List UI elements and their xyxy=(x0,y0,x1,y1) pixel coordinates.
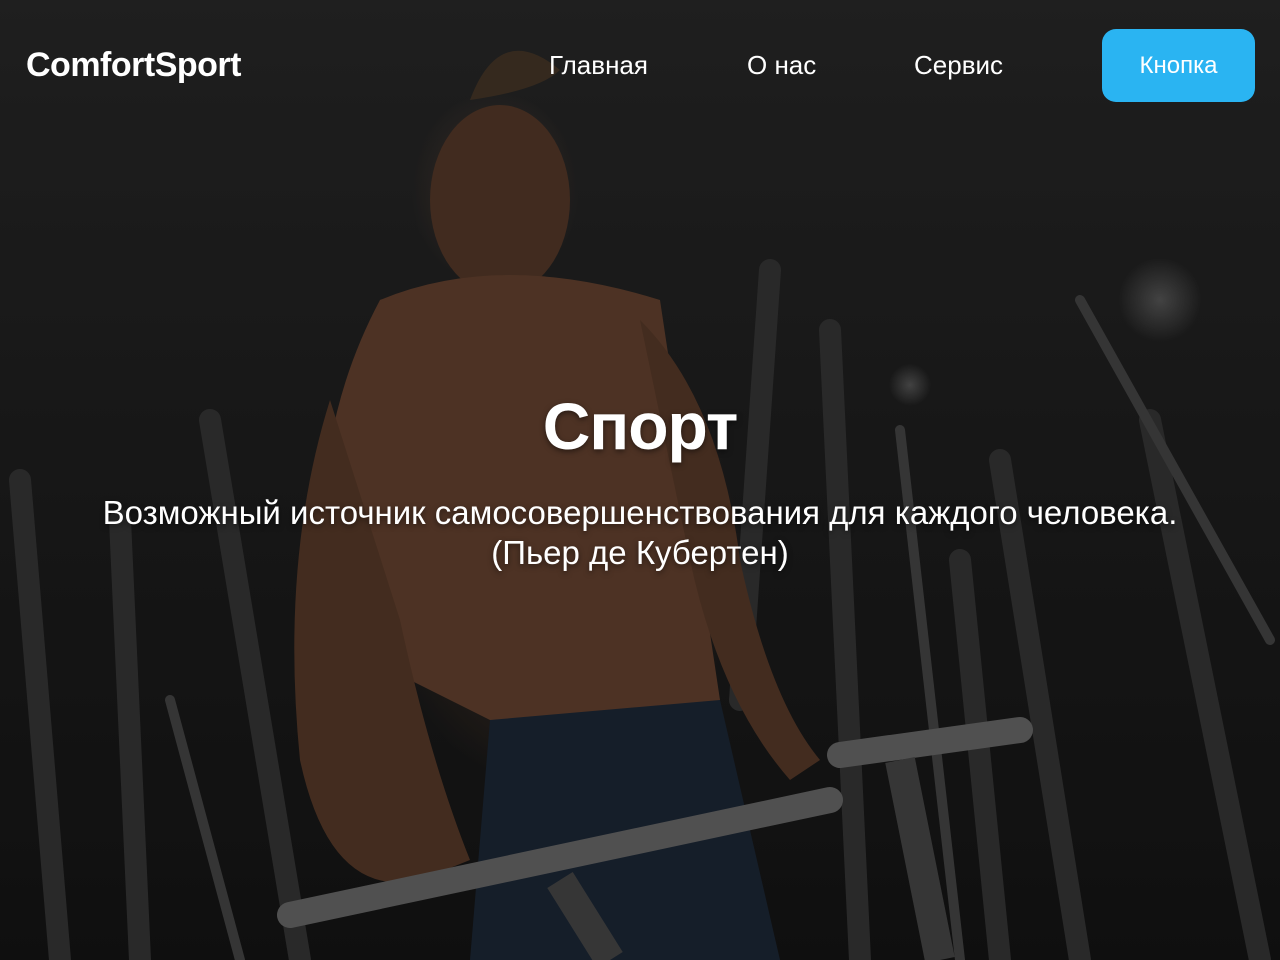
main-nav: Главная О нас Сервис xyxy=(0,50,1280,80)
hero-quote: Возможный источник самосовершенствования… xyxy=(40,493,1240,573)
landing-page: ComfortSport Главная О нас Сервис Кнопка… xyxy=(0,0,1280,960)
nav-link-home[interactable]: Главная xyxy=(549,50,648,81)
hero-quote-author: (Пьер де Кубертен) xyxy=(491,534,789,571)
hero-title: Спорт xyxy=(542,389,739,463)
cta-button[interactable]: Кнопка xyxy=(1102,29,1255,102)
nav-link-service[interactable]: Сервис xyxy=(914,50,1003,81)
site-header: ComfortSport Главная О нас Сервис Кнопка xyxy=(0,0,1280,130)
nav-link-about[interactable]: О нас xyxy=(747,50,816,81)
hero-quote-text: Возможный источник самосовершенствования… xyxy=(102,494,1178,531)
dark-overlay xyxy=(0,0,1280,960)
